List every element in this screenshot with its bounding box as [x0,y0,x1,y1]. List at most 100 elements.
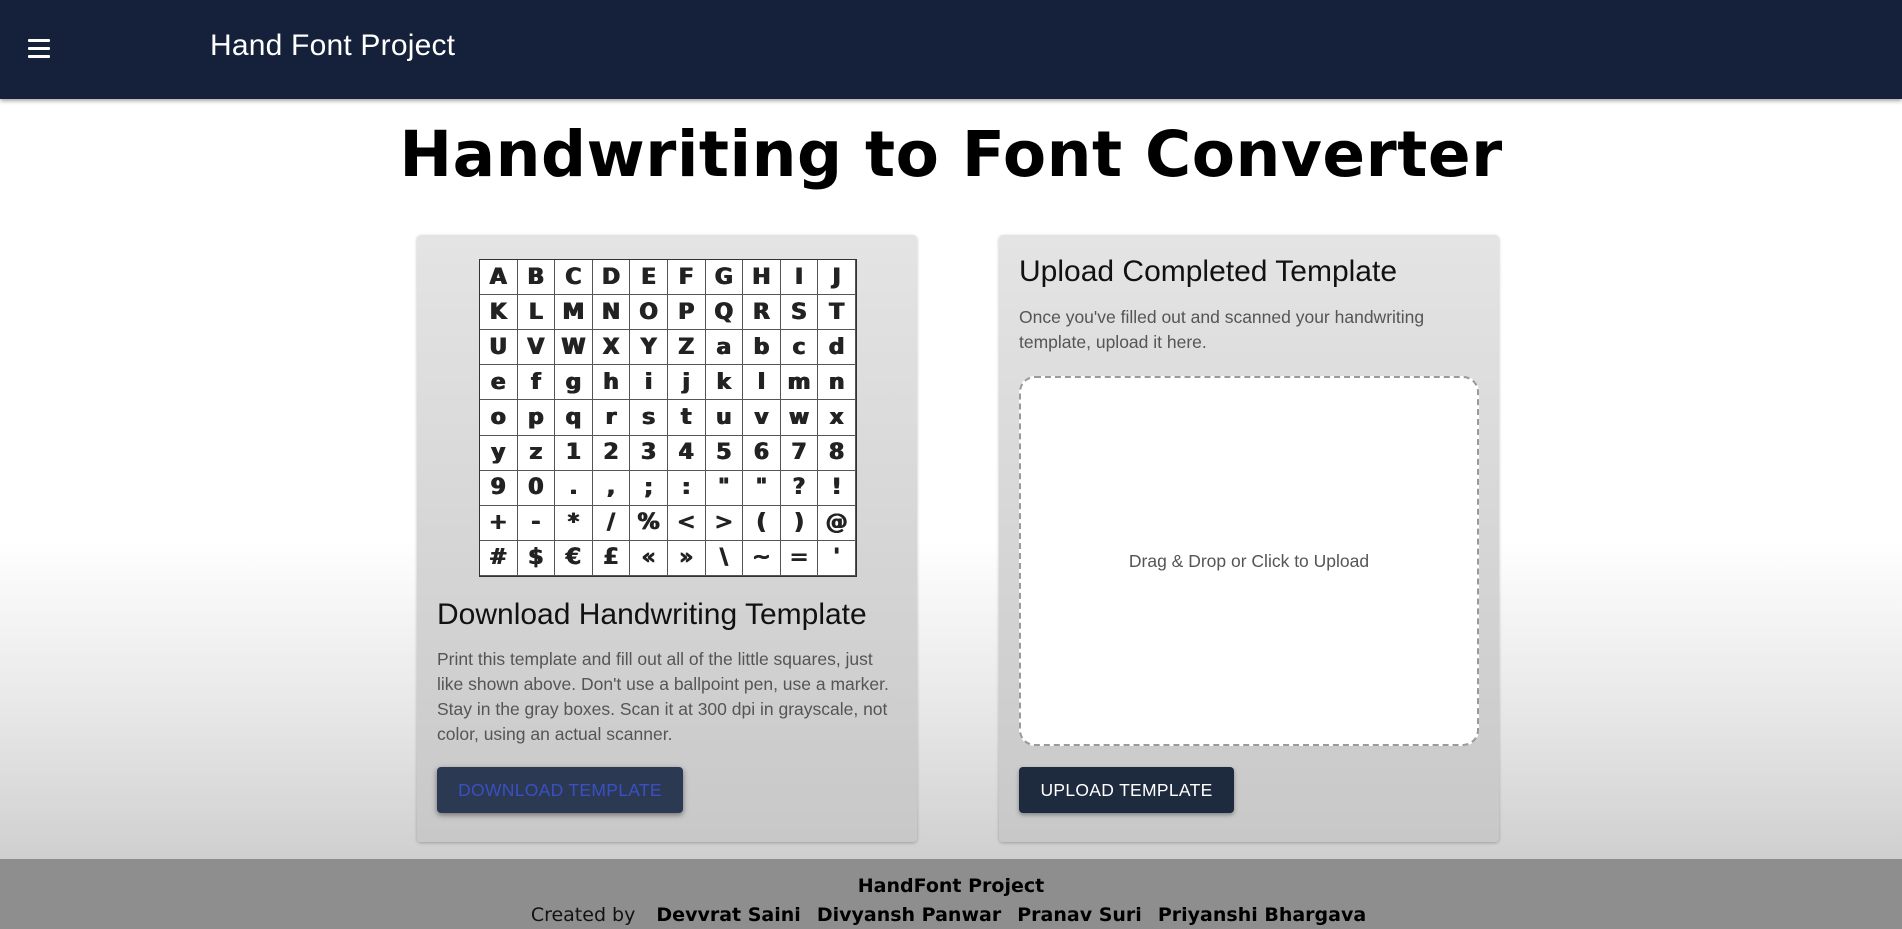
template-cell: ( [743,505,781,541]
upload-template-card: Upload Completed Template Once you've fi… [999,235,1499,842]
template-cell: c [780,330,819,366]
template-cell: d [818,330,856,366]
template-cell: C [555,260,593,296]
template-cell: ~ [743,540,781,576]
template-cell: . [555,470,593,506]
template-cell: N [592,295,631,331]
created-by-label: Created by [530,904,636,926]
author-link[interactable]: Priyanshi Bhargava [1158,904,1366,926]
template-cell: M [555,295,593,331]
template-cell: 2 [592,435,631,471]
template-cell: > [705,505,744,541]
download-template-card: ABCDEFGHIJ KLMNOPQRST UVWXYZabcd efghijklmn… [417,235,917,842]
template-cell: L [517,295,556,331]
footer-title: HandFont Project [857,875,1045,897]
template-cell: « [630,540,668,576]
template-cell: l [743,365,781,401]
template-cell: 5 [705,435,744,471]
template-cell: o [480,400,518,436]
template-cell: , [592,470,631,506]
template-cell: n [818,365,856,401]
upload-card-heading: Upload Completed Template [1019,255,1398,288]
template-cell: ) [780,505,819,541]
template-cell: v [743,400,781,436]
page-title: Handwriting to Font Converter [399,118,1503,191]
download-template-button[interactable]: DOWNLOAD TEMPLATE [437,767,683,813]
template-cell: B [517,260,556,296]
template-cell: k [705,365,744,401]
template-cell: Y [630,330,668,366]
template-cell: Q [705,295,744,331]
template-cell: i [630,365,668,401]
dropzone-text: Drag & Drop or Click to Upload [1128,550,1370,571]
template-cell: b [743,330,781,366]
template-cell: # [480,540,518,576]
template-cell: % [630,505,668,541]
template-cell: p [517,400,556,436]
template-cell: W [555,330,593,366]
template-cell: 7 [780,435,819,471]
template-cell: q [555,400,593,436]
template-cell: ? [780,470,819,506]
template-cell: * [555,505,593,541]
template-cell: g [555,365,593,401]
template-cell: e [480,365,518,401]
template-cell: z [517,435,556,471]
handwriting-template-image: ABCDEFGHIJ KLMNOPQRST UVWXYZabcd efghijklmn… [479,259,857,577]
template-cell: 4 [667,435,706,471]
template-cell: 0 [517,470,556,506]
template-cell: P [667,295,706,331]
template-cell: ; [630,470,668,506]
template-cell: 6 [743,435,781,471]
template-cell: U [480,330,518,366]
template-cell: £ [592,540,631,576]
app-title: Hand Font Project [210,29,456,62]
template-cell: u [705,400,744,436]
download-card-description: Print this template and fill out all of … [437,649,889,744]
template-cell: V [517,330,556,366]
template-cell: j [667,365,706,401]
file-dropzone[interactable]: Drag & Drop or Click to Upload [1019,376,1479,746]
download-card-heading: Download Handwriting Template [437,598,867,631]
template-cell: r [592,400,631,436]
template-cell: x [818,400,856,436]
template-cell: F [667,260,706,296]
template-cell: H [743,260,781,296]
template-cell: T [818,295,856,331]
template-cell: R [743,295,781,331]
template-cell: S [780,295,819,331]
template-cell: : [667,470,706,506]
app-bar: Hand Font Project [0,0,1902,99]
template-cell: f [517,365,556,401]
template-cell: + [480,505,518,541]
footer-credits: Created by Devvrat Saini Divyansh Panwar… [0,904,1902,926]
template-cell: » [667,540,706,576]
author-link[interactable]: Pranav Suri [1017,904,1142,926]
template-cell: E [630,260,668,296]
template-cell: Z [667,330,706,366]
template-cell: 1 [555,435,593,471]
upload-card-description: Once you've filled out and scanned your … [1019,307,1425,352]
template-cell: A [480,260,518,296]
upload-template-button[interactable]: UPLOAD TEMPLATE [1019,767,1234,813]
template-cell: " [743,470,781,506]
template-cell: K [480,295,518,331]
template-cell: y [480,435,518,471]
template-cell: I [780,260,819,296]
template-cell: a [705,330,744,366]
template-cell: $ [517,540,556,576]
template-cell: € [555,540,593,576]
template-cell: X [592,330,631,366]
template-cell: 9 [480,470,518,506]
footer: HandFont Project Created by Devvrat Sain… [0,859,1902,929]
template-cell: " [705,470,744,506]
author-link[interactable]: Divyansh Panwar [817,904,1001,926]
author-link[interactable]: Devvrat Saini [656,904,800,926]
template-cell: ! [818,470,856,506]
hamburger-menu-icon[interactable] [22,32,56,66]
template-cell: 3 [630,435,668,471]
template-cell: / [592,505,631,541]
template-cell: O [630,295,668,331]
template-cell: m [780,365,819,401]
template-cell: s [630,400,668,436]
